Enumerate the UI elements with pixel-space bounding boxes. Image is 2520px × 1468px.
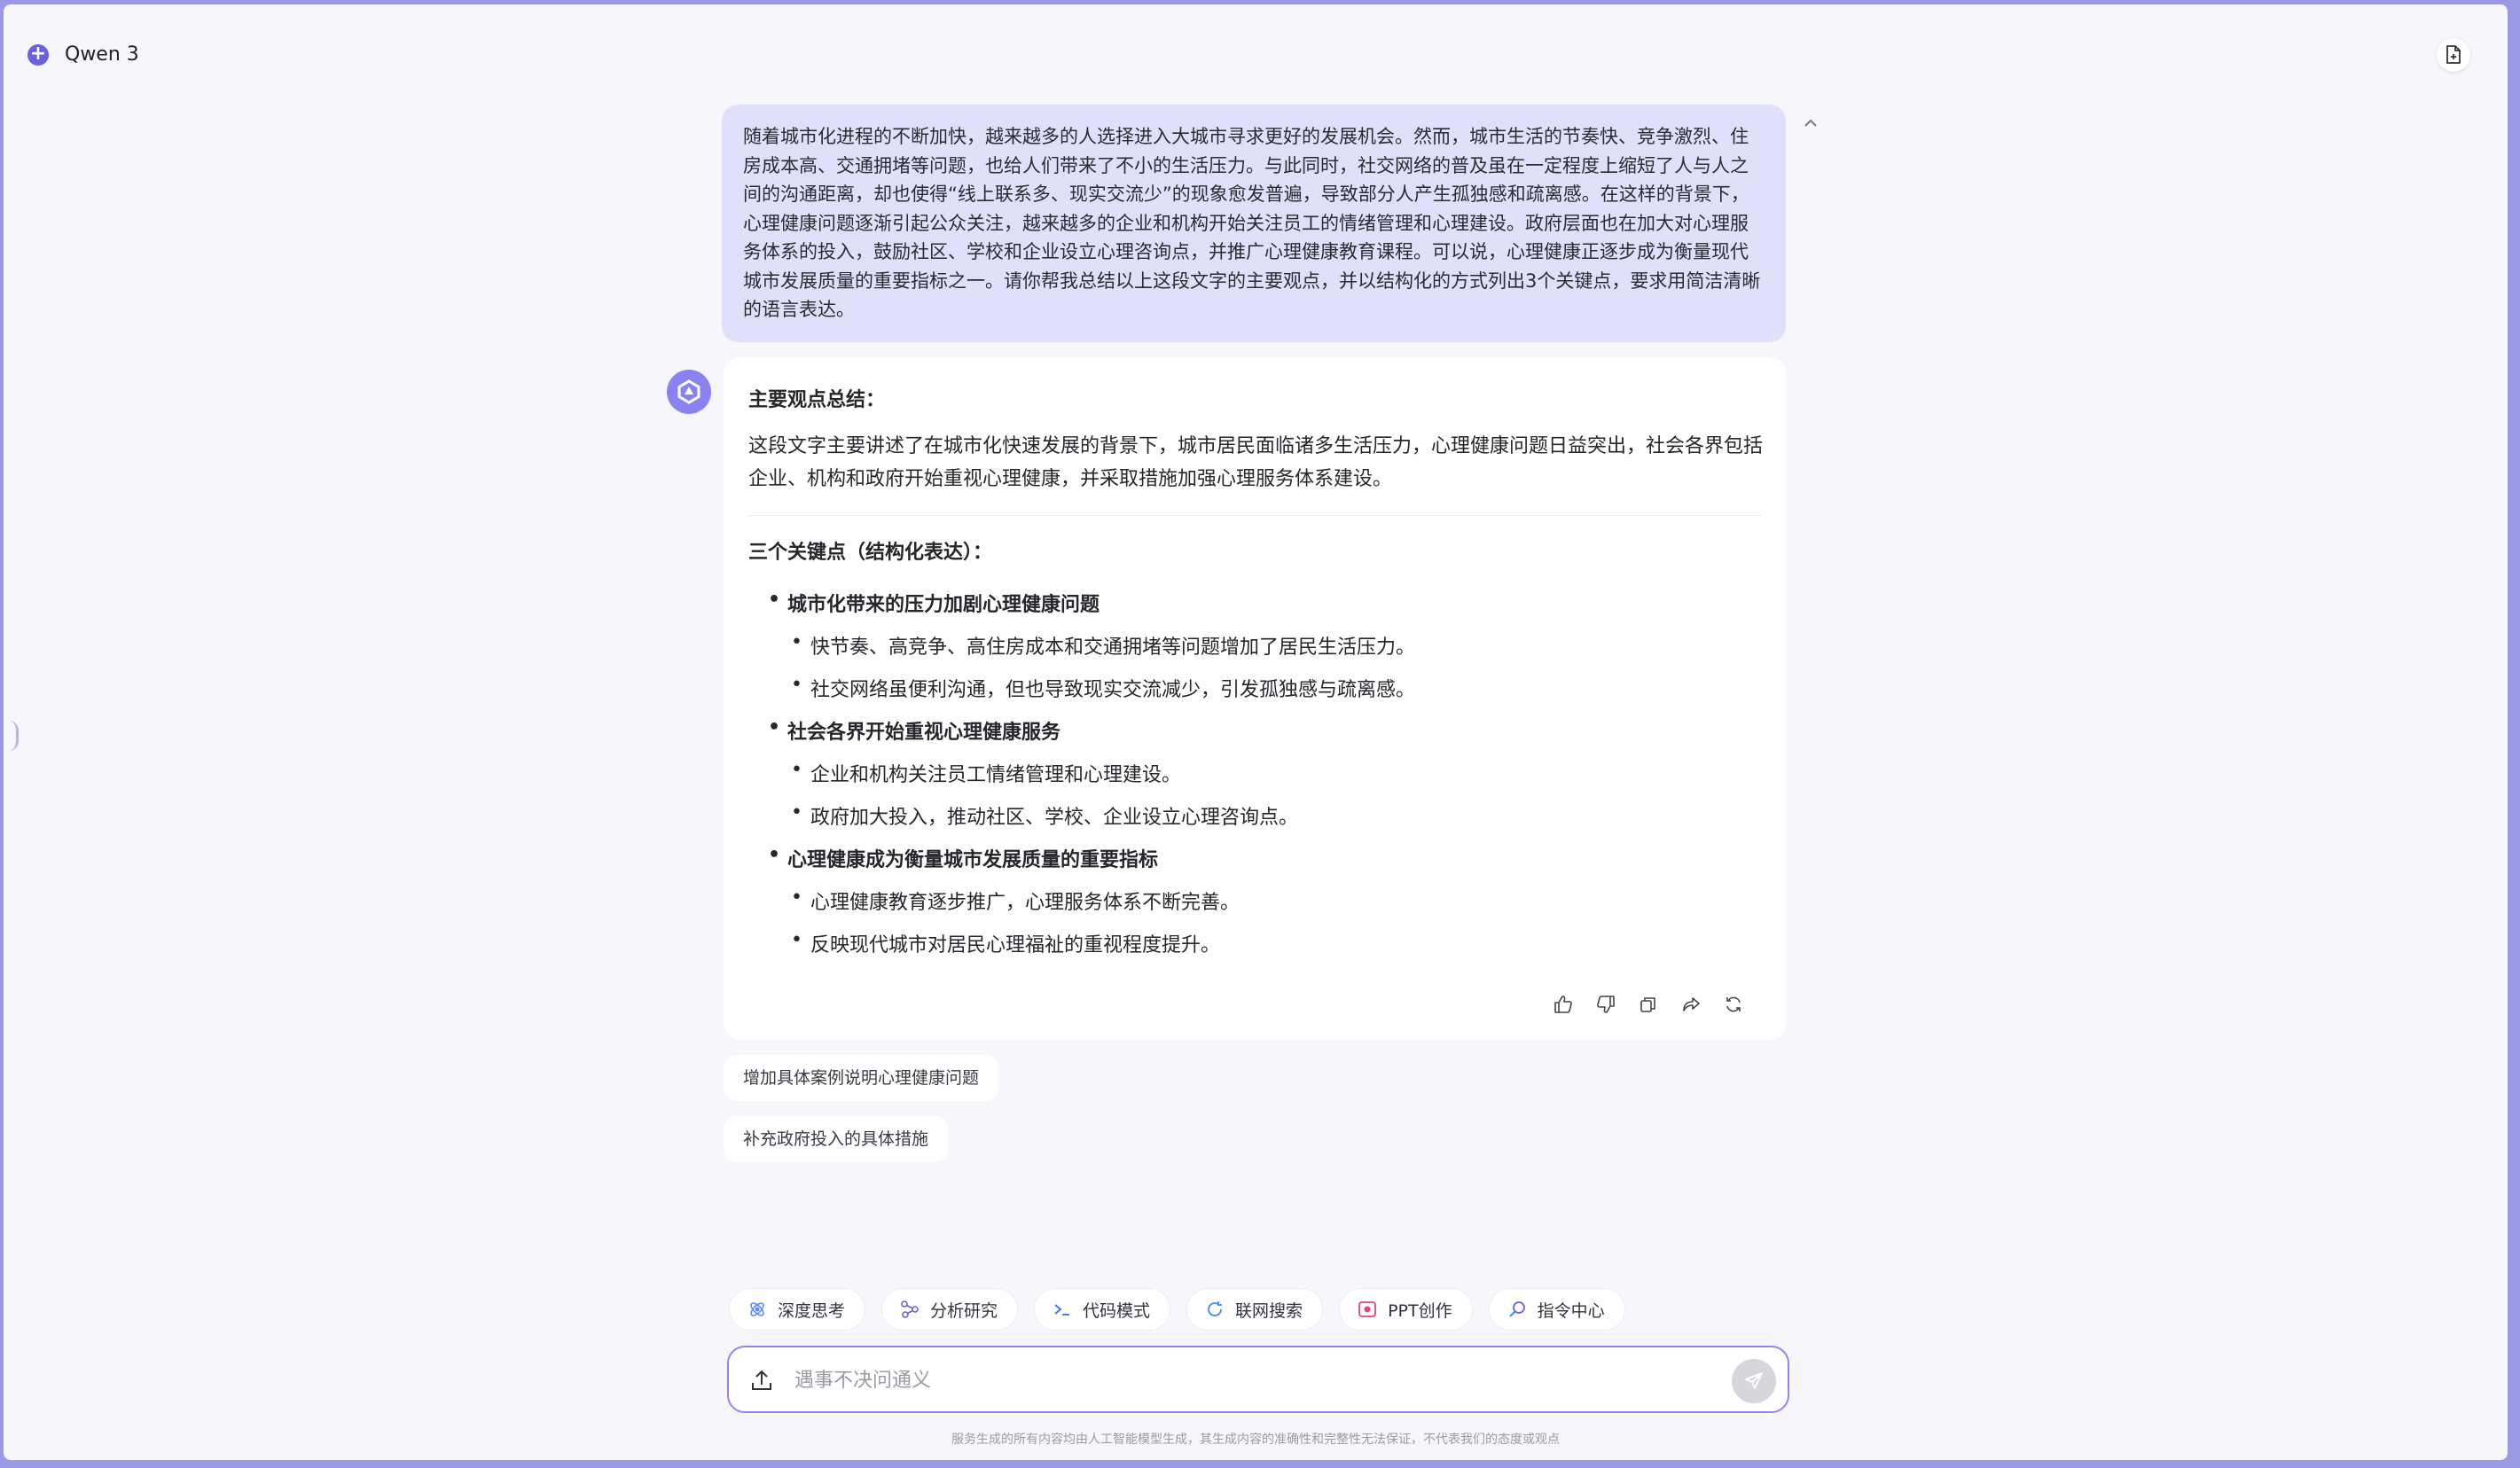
collapse-message-button[interactable] xyxy=(1800,113,1821,134)
dislike-button[interactable] xyxy=(1595,994,1616,1015)
plus-icon: + xyxy=(27,43,49,66)
tool-label: 联网搜索 xyxy=(1235,1300,1303,1321)
key-point-item: 快节奏、高竞争、高住房成本和交通拥堵等问题增加了居民生活压力。 xyxy=(791,631,1415,660)
copy-icon xyxy=(1640,997,1655,1012)
suggestion-chip[interactable]: 补充政府投入的具体措施 xyxy=(724,1116,949,1162)
model-selector[interactable]: + Qwen 3 xyxy=(27,43,139,66)
presentation-icon xyxy=(1358,1301,1376,1317)
tool-label: PPT创作 xyxy=(1388,1300,1452,1321)
qwen-logo-icon xyxy=(677,379,700,404)
tool-bar: 深度思考 分析研究 代码模式 联网搜索 PPT创作 指令中心 xyxy=(729,1288,1625,1331)
regenerate-button[interactable] xyxy=(1723,994,1744,1015)
prompt-input[interactable] xyxy=(793,1363,1683,1397)
copy-button[interactable] xyxy=(1638,994,1659,1015)
thumbs-up-icon xyxy=(1554,996,1572,1013)
tool-analysis[interactable]: 分析研究 xyxy=(881,1288,1019,1331)
sidebar-toggle-handle[interactable] xyxy=(9,721,19,751)
tool-label: 指令中心 xyxy=(1537,1300,1605,1321)
upload-button[interactable] xyxy=(748,1367,775,1394)
magnifier-icon xyxy=(1508,1301,1525,1317)
tool-code[interactable]: 代码模式 xyxy=(1034,1288,1171,1331)
like-button[interactable] xyxy=(1553,994,1574,1015)
key-point-item: 企业和机构关注员工情绪管理和心理建设。 xyxy=(791,759,1181,787)
assistant-avatar xyxy=(667,370,711,414)
key-point-title: 社会各界开始重视心理健康服务 xyxy=(768,716,1060,745)
tool-label: 代码模式 xyxy=(1083,1300,1151,1321)
send-button[interactable] xyxy=(1732,1359,1776,1403)
tool-deep-think[interactable]: 深度思考 xyxy=(729,1288,866,1331)
disclaimer-text: 服务生成的所有内容均由人工智能模型生成，其生成内容的准确性和完整性无法保证，不代… xyxy=(951,1433,1560,1447)
document-icon xyxy=(2446,45,2461,64)
key-point-item: 心理健康教育逐步推广，心理服务体系不断完善。 xyxy=(791,886,1240,915)
app-window: + Qwen 3 随着城市化进程的不断加快，越来越多的人选择进入大城市寻求更好的… xyxy=(4,4,2508,1460)
tool-label: 分析研究 xyxy=(930,1300,998,1321)
assistant-answer: 主要观点总结： 这段文字主要讲述了在城市化快速发展的背景下，城市居民面临诸多生活… xyxy=(724,357,1786,1040)
refresh-search-icon xyxy=(1208,1301,1223,1316)
tool-web-search[interactable]: 联网搜索 xyxy=(1186,1288,1324,1331)
thumbs-down-icon xyxy=(1597,996,1615,1013)
send-icon xyxy=(1745,1372,1763,1389)
upload-icon xyxy=(752,1370,771,1390)
chevron-up-icon xyxy=(1804,119,1817,127)
answer-actions xyxy=(1553,994,1744,1015)
key-point-item: 社交网络虽便利沟通，但也导致现实交流减少，引发孤独感与疏离感。 xyxy=(791,674,1415,702)
key-point-title: 城市化带来的压力加剧心理健康问题 xyxy=(768,589,1100,617)
answer-summary: 这段文字主要讲述了在城市化快速发展的背景下，城市居民面临诸多生活压力，心理健康问… xyxy=(748,435,1764,490)
suggestion-chip[interactable]: 增加具体案例说明心理健康问题 xyxy=(724,1055,999,1101)
new-document-button[interactable] xyxy=(2437,38,2470,72)
tool-label: 深度思考 xyxy=(778,1300,846,1321)
key-point-item: 政府加大投入，推动社区、学校、企业设立心理咨询点。 xyxy=(791,801,1298,830)
terminal-icon xyxy=(1054,1304,1070,1316)
chat-input-box xyxy=(727,1346,1789,1413)
divider xyxy=(748,515,1761,516)
atom-icon xyxy=(750,1302,764,1316)
key-points-heading: 三个关键点（结构化表达）： xyxy=(748,542,993,564)
key-point-title: 心理健康成为衡量城市发展质量的重要指标 xyxy=(768,844,1158,872)
user-message: 随着城市化进程的不断加快，越来越多的人选择进入大城市寻求更好的发展机会。然而，城… xyxy=(722,105,1786,342)
share-button[interactable] xyxy=(1680,994,1702,1015)
refresh-icon xyxy=(1726,996,1741,1012)
answer-heading: 主要观点总结： xyxy=(748,389,886,411)
model-name: Qwen 3 xyxy=(65,43,139,66)
share-icon xyxy=(1683,997,1700,1011)
key-point-item: 反映现代城市对居民心理福祉的重视程度提升。 xyxy=(791,929,1220,957)
nodes-icon xyxy=(901,1300,919,1318)
tool-ppt[interactable]: PPT创作 xyxy=(1339,1288,1473,1331)
tool-command-center[interactable]: 指令中心 xyxy=(1488,1288,1625,1331)
